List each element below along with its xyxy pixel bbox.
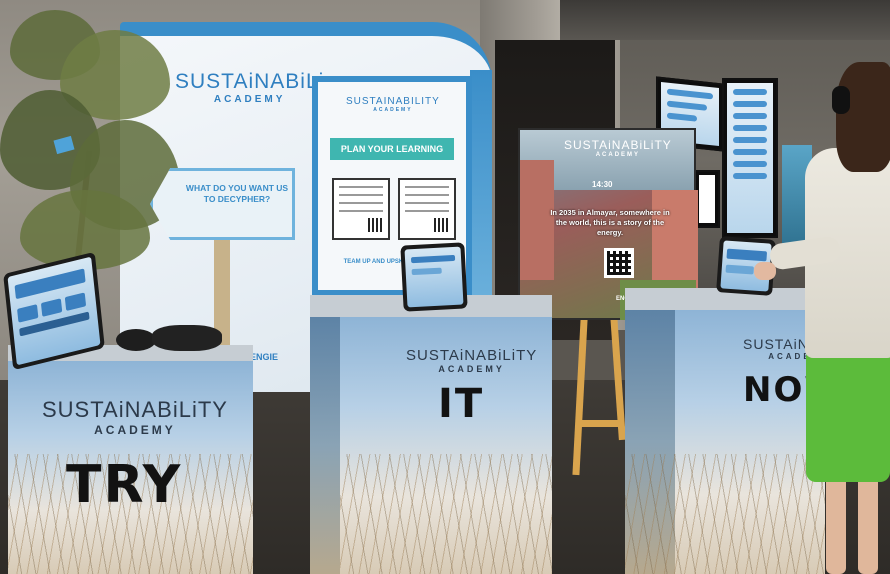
pedestal-it: SUSTAiNABiLiTY ACADEMY IT xyxy=(310,295,552,574)
woman-skirt xyxy=(806,352,890,482)
qr-code-icon xyxy=(368,218,382,232)
olive-tree xyxy=(0,0,200,310)
game-time: 14:30 xyxy=(592,180,613,189)
poster-logo: SUSTAINABILITY ACADEMY xyxy=(346,96,440,113)
poster-logo-main: SUSTAINABILITY xyxy=(346,96,440,107)
pedestal-logo-sub: ACADEMY xyxy=(94,423,176,437)
arrow-sign-text: WHAT DO YOU WANT US TO DECYPHER? xyxy=(185,183,289,204)
arrow-sign: WHAT DO YOU WANT US TO DECYPHER? xyxy=(150,168,295,240)
game-poster-logo: SUSTAiNABiLiTY ACADEMY xyxy=(564,138,672,158)
pedestal-logo: SUSTAiNABiLiTY ACADEMY xyxy=(42,397,228,437)
poster-logo-sub: ACADEMY xyxy=(373,107,413,113)
tablet-middle[interactable] xyxy=(400,242,468,312)
plan-your-learning-heading: PLAN YOUR LEARNING xyxy=(330,138,454,160)
easel-crossbar xyxy=(578,420,620,427)
woman-hand xyxy=(754,262,776,280)
qr-code-icon xyxy=(434,218,448,232)
booth-scene: SUSTAiNABiLi ACADEMY ENGIE WHAT DO YOU W… xyxy=(0,0,890,574)
banner-edge xyxy=(470,70,492,320)
game-logo-sub: ACADEMY xyxy=(595,152,641,158)
tablet-screen[interactable] xyxy=(404,246,464,308)
pedestal-logo-main: SUSTAiNABiLiTY xyxy=(406,347,538,364)
grass-print xyxy=(625,454,825,574)
pedestal-logo: SUSTAiNABiLiTY ACADEMY xyxy=(406,347,537,374)
woman-leg xyxy=(858,470,878,574)
pedestal-word: TRY xyxy=(66,455,183,515)
wall-screen-tall xyxy=(722,78,778,238)
tablet-screen[interactable] xyxy=(7,256,101,366)
headset-icon xyxy=(832,86,850,114)
headphones[interactable] xyxy=(116,325,224,355)
poster-card xyxy=(398,178,456,240)
ceiling xyxy=(560,0,890,40)
pedestal-try: SUSTAiNABiLiTY ACADEMY TRY xyxy=(8,345,253,574)
qr-code-icon xyxy=(604,248,634,278)
poster-card xyxy=(332,178,390,240)
game-logo-main: SUSTAiNABiLiTY xyxy=(564,138,672,152)
banner-brand: ENGIE xyxy=(250,352,279,362)
pedestal-logo-main: SUSTAiNABiLiTY xyxy=(42,397,228,422)
pedestal-now: SUSTAiNABiLi ACADEM NOW xyxy=(625,288,825,574)
woman-leg xyxy=(826,470,846,574)
pedestal-logo-sub: ACADEMY xyxy=(438,364,505,374)
game-story-text: In 2035 in Almayar, somewhere in the wor… xyxy=(550,208,670,237)
grass-print xyxy=(340,454,552,574)
pedestal-word: IT xyxy=(438,381,485,427)
woman-hair xyxy=(836,62,890,172)
